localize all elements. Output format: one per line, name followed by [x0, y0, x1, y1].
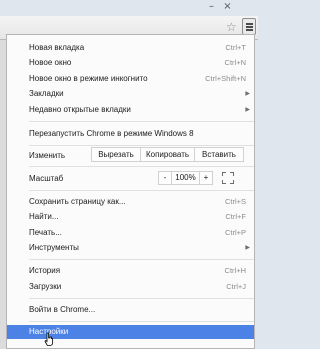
menu-separator	[29, 190, 254, 191]
submenu-arrow-icon: ▶	[245, 244, 250, 251]
menu-item-shortcut: Ctrl+F	[225, 212, 246, 221]
minimize-icon[interactable]: –	[204, 0, 219, 15]
menu-item-label: Печать...	[29, 228, 62, 237]
menu-item-tools[interactable]: Инструменты ▶	[7, 241, 254, 254]
zoom-out-button[interactable]: -	[158, 171, 172, 185]
menu-item-label: Найти...	[29, 212, 59, 221]
menu-item-label: Войти в Chrome...	[29, 305, 96, 314]
zoom-level-value: 100%	[171, 171, 200, 185]
menu-item-save-page[interactable]: Сохранить страницу как... Ctrl+S	[7, 195, 254, 208]
menu-item-shortcut: Ctrl+P	[224, 228, 246, 237]
menu-item-label: Инструменты	[29, 243, 79, 252]
submenu-arrow-icon: ▶	[245, 106, 250, 113]
copy-button[interactable]: Копировать	[140, 147, 195, 162]
menu-item-find[interactable]: Найти... Ctrl+F	[7, 210, 254, 223]
submenu-arrow-icon: ▶	[245, 90, 250, 97]
menu-item-new-tab[interactable]: Новая вкладка Ctrl+T	[7, 41, 254, 54]
hand-cursor-icon	[44, 332, 53, 346]
menu-item-new-window[interactable]: Новое окно Ctrl+N	[7, 56, 254, 69]
menu-item-shortcut: Ctrl+T	[225, 43, 246, 52]
menu-item-label: Новая вкладка	[29, 43, 85, 52]
menu-item-bookmarks[interactable]: Закладки ▶	[7, 87, 254, 100]
menu-item-recent-tabs[interactable]: Недавно открытые вкладки ▶	[7, 103, 254, 116]
menu-item-shortcut: Ctrl+Shift+N	[205, 74, 246, 83]
menu-item-shortcut: Ctrl+H	[224, 266, 246, 275]
menu-item-signin[interactable]: Войти в Chrome...	[7, 303, 254, 316]
menu-item-label: Новое окно	[29, 58, 72, 67]
menu-item-shortcut: Ctrl+J	[226, 282, 246, 291]
menu-item-shortcut: Ctrl+N	[224, 58, 246, 67]
hamburger-menu-icon[interactable]	[242, 18, 256, 35]
menu-separator	[29, 166, 254, 167]
zoom-in-button[interactable]: +	[199, 171, 213, 185]
paste-button[interactable]: Вставить	[194, 147, 244, 162]
menu-item-label: История	[29, 266, 61, 275]
menu-item-label: Перезапустить Chrome в режиме Windows 8	[29, 129, 194, 138]
menu-item-downloads[interactable]: Загрузки Ctrl+J	[7, 280, 254, 293]
close-icon[interactable]: ×	[220, 0, 235, 15]
menu-item-label: Загрузки	[29, 282, 62, 291]
menu-item-relaunch-windows8[interactable]: Перезапустить Chrome в режиме Windows 8	[7, 127, 254, 140]
star-icon[interactable]: ☆	[226, 20, 239, 34]
menu-separator	[29, 145, 254, 146]
menu-row-zoom: Масштаб	[7, 172, 254, 185]
menu-separator	[29, 259, 254, 260]
menu-separator	[29, 121, 254, 122]
menu-item-incognito[interactable]: Новое окно в режиме инкогнито Ctrl+Shift…	[7, 72, 254, 85]
menu-item-label: Недавно открытые вкладки	[29, 105, 131, 114]
zoom-label: Масштаб	[29, 174, 64, 183]
menu-separator	[29, 298, 254, 299]
menu-item-label: Закладки	[29, 89, 64, 98]
menu-separator	[29, 321, 254, 322]
menu-item-label: Новое окно в режиме инкогнито	[29, 74, 148, 83]
cut-button[interactable]: Вырезать	[91, 147, 141, 162]
menu-item-shortcut: Ctrl+S	[224, 197, 246, 206]
menu-item-label: Сохранить страницу как...	[29, 197, 126, 206]
menu-item-history[interactable]: История Ctrl+H	[7, 264, 254, 277]
chrome-menu: Новая вкладка Ctrl+T Новое окно Ctrl+N Н…	[6, 34, 255, 349]
menu-item-print[interactable]: Печать... Ctrl+P	[7, 226, 254, 239]
edit-label: Изменить	[29, 151, 66, 160]
fullscreen-icon[interactable]	[222, 172, 234, 184]
